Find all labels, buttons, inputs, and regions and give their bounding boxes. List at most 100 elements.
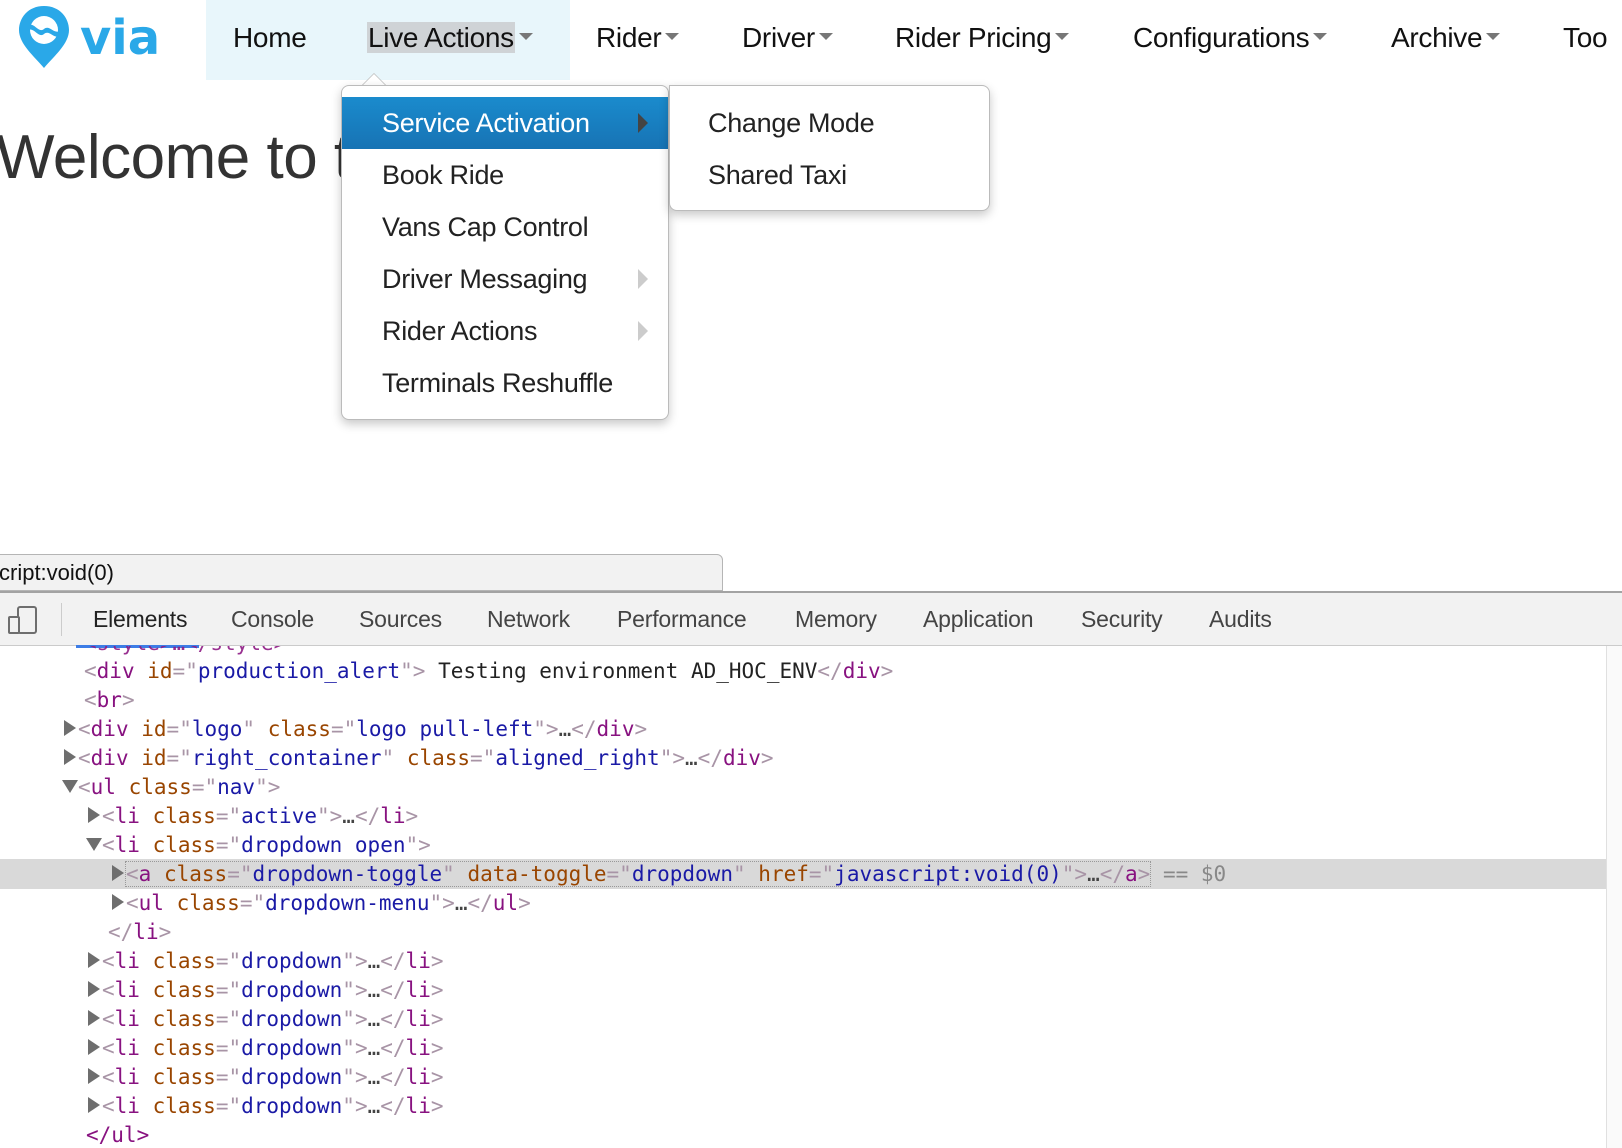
dom-node-li-dropdown[interactable]: <li class="dropdown">…</li> <box>0 1091 1606 1121</box>
expand-triangle-icon[interactable] <box>64 720 76 736</box>
menu-item-vans-cap-control[interactable]: Vans Cap Control <box>342 201 668 253</box>
via-logo-icon: via <box>19 6 160 68</box>
dom-node-li-dropdown[interactable]: <li class="dropdown">…</li> <box>0 975 1606 1005</box>
tag-name: li <box>405 1094 431 1118</box>
expand-triangle-icon[interactable] <box>112 894 124 910</box>
collapse-triangle-icon[interactable] <box>62 779 78 793</box>
expand-triangle-icon[interactable] <box>112 865 124 881</box>
dom-node-logo[interactable]: <div id="logo" class="logo pull-left">…<… <box>0 714 1606 744</box>
tag-name: br <box>96 688 122 712</box>
menu-item-label: Terminals Reshuffle <box>382 368 613 398</box>
tag-name: a <box>1125 862 1138 886</box>
nav-item-home[interactable]: Home <box>233 22 307 54</box>
tag-name: li <box>114 833 140 857</box>
menu-item-label: Service Activation <box>382 108 590 138</box>
tab-audits[interactable]: Audits <box>1209 593 1272 646</box>
dom-node-li-close[interactable]: </li> <box>0 917 1606 947</box>
expand-triangle-icon[interactable] <box>88 1010 100 1026</box>
dom-node-ul-close[interactable]: </ul> <box>0 1120 1606 1148</box>
link-status-bar: cript:void(0) <box>0 554 723 591</box>
attr-name: class <box>128 775 192 799</box>
dom-node-li-dropdown[interactable]: <li class="dropdown">…</li> <box>0 1004 1606 1034</box>
attr-name: class <box>176 891 240 915</box>
menu-item-label: Change Mode <box>708 108 875 138</box>
submenu-item-change-mode[interactable]: Change Mode <box>670 97 989 149</box>
menu-item-label: Shared Taxi <box>708 160 847 190</box>
dom-node-li-active[interactable]: <li class="active">…</li> <box>0 801 1606 831</box>
device-toolbar-icon[interactable] <box>8 605 38 635</box>
dom-node-li-dropdown[interactable]: <li class="dropdown">…</li> <box>0 946 1606 976</box>
dom-node-br[interactable]: <br> <box>0 685 1606 715</box>
menu-item-service-activation[interactable]: Service Activation <box>342 97 668 149</box>
dom-node-a-dropdown-toggle-selected[interactable]: <a class="dropdown-toggle" data-toggle="… <box>0 859 1606 889</box>
nav-item-rider[interactable]: Rider <box>596 22 680 54</box>
nav-item-driver[interactable]: Driver <box>742 22 833 54</box>
attr-value: logo pull-left <box>356 717 534 741</box>
dom-node-li-dropdown-open[interactable]: <li class="dropdown open"> <box>0 830 1606 860</box>
attr-value: active <box>241 804 317 828</box>
tab-performance[interactable]: Performance <box>617 593 747 646</box>
attr-name: class <box>163 862 228 886</box>
attr-value: production_alert <box>197 659 401 683</box>
expand-triangle-icon[interactable] <box>64 749 76 765</box>
caret-down-icon <box>818 33 833 41</box>
expand-triangle-icon[interactable] <box>88 1097 100 1113</box>
tab-elements[interactable]: Elements <box>75 593 200 648</box>
expand-triangle-icon[interactable] <box>88 807 100 823</box>
dom-tree-scrollbar[interactable] <box>1606 646 1622 1148</box>
menu-item-label: Vans Cap Control <box>382 212 589 242</box>
top-navbar: via Home Live Actions Rider Driver Rider… <box>0 0 1622 80</box>
attr-value: aligned_right <box>495 746 660 770</box>
dom-node-li-dropdown[interactable]: <li class="dropdown">…</li> <box>0 1033 1606 1063</box>
tab-memory[interactable]: Memory <box>795 593 877 646</box>
dom-node-production-alert[interactable]: <div id="production_alert"> Testing envi… <box>0 656 1606 686</box>
nav-item-label: Configurations <box>1133 22 1310 53</box>
nav-item-label: Too <box>1563 22 1608 53</box>
dom-node-ul-dropdown-menu[interactable]: <ul class="dropdown-menu">…</ul> <box>0 888 1606 918</box>
expand-triangle-icon[interactable] <box>88 1068 100 1084</box>
tag-name: li <box>405 1036 431 1060</box>
nav-item-configurations[interactable]: Configurations <box>1133 22 1328 54</box>
tab-network[interactable]: Network <box>487 593 570 646</box>
attr-name: id <box>141 746 167 770</box>
collapse-triangle-icon[interactable] <box>86 837 102 851</box>
dom-node-right-container[interactable]: <div id="right_container" class="aligned… <box>0 743 1606 773</box>
nav-item-live-actions[interactable]: Live Actions <box>367 22 533 54</box>
dom-node-li-dropdown[interactable]: <li class="dropdown">…</li> <box>0 1062 1606 1092</box>
svg-text:via: via <box>80 10 160 66</box>
tab-application[interactable]: Application <box>923 593 1034 646</box>
tag-name: ul <box>90 775 116 799</box>
nav-item-tools[interactable]: Too <box>1563 22 1608 54</box>
caret-down-icon <box>1313 33 1328 41</box>
attr-name: class <box>267 717 331 741</box>
submenu-item-shared-taxi[interactable]: Shared Taxi <box>670 149 989 201</box>
menu-item-driver-messaging[interactable]: Driver Messaging <box>342 253 668 305</box>
nav-item-archive[interactable]: Archive <box>1391 22 1501 54</box>
menu-item-book-ride[interactable]: Book Ride <box>342 149 668 201</box>
dom-node-ul-nav[interactable]: <ul class="nav"> <box>0 772 1606 802</box>
ellipsis: … <box>367 1036 381 1060</box>
expand-triangle-icon[interactable] <box>88 952 100 968</box>
tag-name: li <box>405 1007 431 1031</box>
expand-triangle-icon[interactable] <box>88 1039 100 1055</box>
menu-item-terminals-reshuffle[interactable]: Terminals Reshuffle <box>342 357 668 409</box>
console-reference-marker: == $0 <box>1162 862 1227 886</box>
attr-name: class <box>152 949 216 973</box>
menu-item-rider-actions[interactable]: Rider Actions <box>342 305 668 357</box>
attr-value: dropdown-menu <box>265 891 430 915</box>
tab-console[interactable]: Console <box>231 593 314 646</box>
service-activation-submenu: Change Mode Shared Taxi <box>669 85 990 211</box>
attr-value: dropdown <box>241 1094 343 1118</box>
expand-triangle-icon[interactable] <box>88 981 100 997</box>
tab-security[interactable]: Security <box>1081 593 1163 646</box>
caret-down-icon <box>1055 33 1070 41</box>
nav-item-rider-pricing[interactable]: Rider Pricing <box>895 22 1070 54</box>
attr-value: dropdown <box>241 949 343 973</box>
via-logo[interactable]: via <box>16 2 176 72</box>
tab-sources[interactable]: Sources <box>359 593 442 646</box>
attr-name: href <box>758 862 809 886</box>
welcome-heading: Welcome to t <box>0 123 351 192</box>
tag-name: ul <box>138 891 164 915</box>
submenu-arrow-icon <box>638 321 648 341</box>
attr-name: class <box>406 746 471 770</box>
